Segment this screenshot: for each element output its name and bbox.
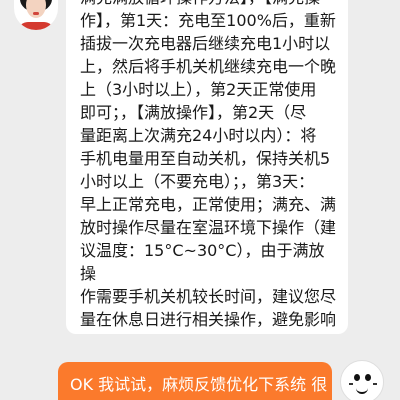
message-line: 作需要手机关机较长时间，建议您尽 (80, 287, 337, 306)
message-line: 小时以上（不要充电）；，第3天： (80, 172, 315, 191)
message-line: 插拔一次充电器后继续充电1小时以 (80, 34, 331, 53)
avatar-cheek-left (349, 383, 353, 385)
message-line: 议温度：15°C~30°C），由于满放操 (80, 241, 325, 283)
avatar-cheek-right (373, 383, 377, 385)
incoming-message-bubble[interactable]: 满充满放循环操作方法】，【满充操作】，第1天：充电至100%后，重新插拔一次充电… (66, 0, 348, 334)
message-line: 即可；，【满放操作】，第2天（尽 (80, 103, 307, 122)
message-line: 满充满放循环操作方法】，【满充操 (80, 0, 336, 9)
message-line: 您的工作/生活 (80, 331, 336, 334)
message-line: 上，然后将手机关机继续充电一个晚 (80, 57, 337, 76)
user-avatar-icon[interactable] (340, 360, 384, 400)
outgoing-message-bubble[interactable]: OK 我试试，麻烦反馈优化下系统 很 (58, 362, 332, 400)
avatar-eye-left (354, 374, 360, 381)
avatar-lips (33, 12, 39, 15)
chat-view: 满充满放循环操作方法】，【满充操作】，第1天：充电至100%后，重新插拔一次充电… (0, 0, 400, 400)
avatar-collar (18, 22, 54, 30)
message-line: 量距离上次满充24小时以内）：将 (80, 126, 317, 145)
message-line: 上（3小时以上），第2天正常使用 (80, 80, 317, 99)
incoming-message-text: 满充满放循环操作方法】，【满充操作】，第1天：充电至100%后，重新插拔一次充电… (80, 0, 336, 334)
message-line: 作】，第1天：充电至100%后，重新 (80, 11, 336, 30)
message-line: 放时操作尽量在室温环境下操作（建 (80, 218, 337, 237)
avatar-mouth (356, 385, 368, 394)
agent-avatar-icon[interactable] (14, 0, 58, 30)
message-line: 量在休息日进行相关操作，避免影响 (80, 310, 337, 329)
outgoing-message-text: OK 我试试，麻烦反馈优化下系统 很 (70, 375, 328, 394)
avatar-face (26, 0, 46, 18)
message-line: 早上正常充电，正常使用；满充、满 (80, 195, 337, 214)
message-line: 手机电量用至自动关机，保持关机5 (80, 149, 331, 168)
avatar-eye-right (365, 374, 371, 381)
